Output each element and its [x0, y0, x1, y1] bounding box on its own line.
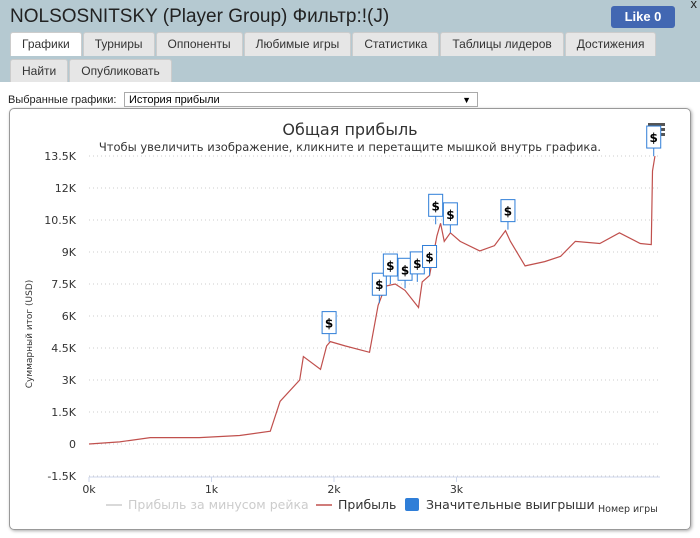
flag-label: $	[325, 317, 333, 331]
flag-label: $	[504, 205, 512, 219]
y-tick-label: 3K	[62, 374, 77, 387]
flag-label: $	[650, 131, 658, 145]
y-tick-label: 9K	[62, 246, 77, 259]
legend-item-1[interactable]: Прибыль	[316, 497, 396, 512]
tab-0[interactable]: Графики	[10, 32, 82, 56]
dropdown-arrow-icon: ▼	[462, 95, 471, 105]
flag-label: $	[425, 250, 433, 264]
legend-label: Прибыль за минусом рейка	[128, 497, 309, 512]
profit-series-line[interactable]	[88, 155, 656, 445]
legend-label: Значительные выигрыши	[426, 497, 595, 512]
flag-label: $	[431, 199, 439, 213]
y-tick-label: 13.5K	[44, 150, 76, 163]
flag-label: $	[375, 278, 383, 292]
page-title: NOLSOSNITSKY (Player Group) Фильтр:!(J)	[10, 6, 390, 27]
tab-8[interactable]: Опубликовать	[69, 59, 172, 83]
legend-item-2[interactable]: Значительные выигрыши	[405, 497, 595, 512]
tab-bar: Графики Турниры Оппоненты Любимые игры Стати…	[10, 32, 670, 86]
y-tick-label: 0	[69, 438, 76, 451]
chart-selector-label: Выбранные графики:	[8, 94, 117, 106]
y-tick-label: -1.5K	[47, 470, 76, 483]
big-win-flag[interactable]: $	[321, 311, 337, 342]
x-tick-label: 0k	[82, 483, 96, 496]
y-tick-label: 4.5K	[51, 342, 76, 355]
legend-item-0[interactable]: Прибыль за минусом рейка	[106, 497, 309, 512]
tab-6[interactable]: Достижения	[564, 32, 657, 56]
big-win-flag[interactable]: $	[646, 125, 662, 157]
x-tick-label: 1k	[205, 483, 219, 496]
y-tick-label: 12K	[55, 182, 77, 195]
flag-label: $	[413, 257, 421, 271]
tab-1[interactable]: Турниры	[82, 32, 155, 56]
flag-label: $	[386, 259, 394, 273]
tab-3[interactable]: Любимые игры	[243, 32, 352, 56]
flag-label: $	[401, 263, 409, 277]
tab-2[interactable]: Оппоненты	[155, 32, 243, 56]
tab-7[interactable]: Найти	[10, 59, 69, 83]
y-axis-title: Суммарный итог (USD)	[25, 280, 35, 389]
x-tick-label: 2k	[327, 483, 341, 496]
tab-4[interactable]: Статистика	[352, 32, 440, 56]
close-icon[interactable]: x	[691, 0, 698, 11]
y-tick-label: 1.5K	[51, 406, 76, 419]
content-panel: Выбранные графики: История прибыли ▼ Обща…	[0, 82, 700, 538]
chart-selector-value: История прибыли	[129, 94, 220, 106]
legend-label: Прибыль	[338, 497, 396, 512]
big-win-flag[interactable]: $	[442, 202, 458, 233]
chart-container[interactable]: Общая прибыль Чтобы увеличить изображение…	[9, 108, 691, 530]
y-tick-label: 6K	[62, 310, 77, 323]
big-win-flag[interactable]: $	[428, 193, 444, 225]
x-axis-title: Номер игры	[598, 504, 658, 515]
profit-chart[interactable]: Общая прибыльЧтобы увеличить изображение…	[10, 109, 690, 529]
like-button[interactable]: Like 0	[611, 6, 675, 28]
y-tick-label: 10.5K	[44, 214, 76, 227]
chart-title: Общая прибыль	[282, 120, 417, 139]
big-win-flag[interactable]: $	[500, 199, 516, 230]
chart-selector[interactable]: История прибыли ▼	[124, 92, 478, 107]
y-tick-label: 7.5K	[51, 278, 76, 291]
chart-subtitle: Чтобы увеличить изображение, кликните и …	[99, 140, 601, 154]
big-win-flag[interactable]: $	[371, 272, 387, 304]
tab-5[interactable]: Таблицы лидеров	[440, 32, 564, 56]
flag-label: $	[446, 208, 454, 222]
x-tick-label: 3k	[450, 483, 464, 496]
